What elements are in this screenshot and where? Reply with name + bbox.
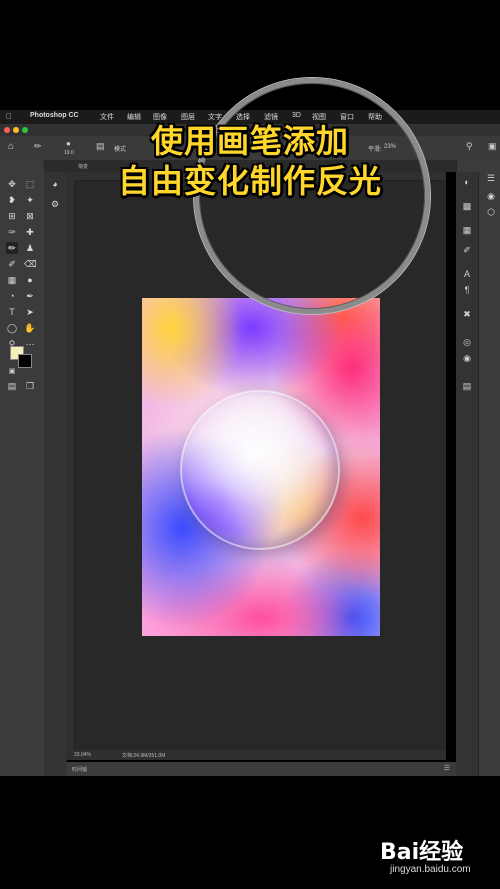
paths-icon[interactable]: ⬡: [485, 206, 497, 218]
eraser-icon[interactable]: ⌫: [24, 258, 37, 270]
ellipse-tool-icon[interactable]: ◯: [6, 322, 18, 334]
gradient-tool-icon[interactable]: ▦: [6, 274, 18, 286]
document-size[interactable]: 文档:24.9M/351.0M: [122, 752, 165, 759]
panel-menu-icon[interactable]: ☰: [444, 764, 450, 772]
swatches-icon[interactable]: ▦: [461, 224, 473, 236]
brushes-icon[interactable]: ✐: [461, 244, 473, 256]
libraries-icon[interactable]: ▤: [461, 380, 473, 392]
caption-line-2: 自由变化制作反光: [117, 162, 382, 200]
watermark-url: jingyan.baidu.com: [390, 864, 471, 875]
path-select-icon[interactable]: ➤: [24, 306, 36, 318]
collapsed-panel-column: ◕ ⚙: [44, 172, 67, 776]
screen-mode-icon[interactable]: ❐: [24, 380, 36, 392]
spot-heal-icon[interactable]: ✚: [24, 226, 36, 238]
status-bar: 33.04% 文档:24.9M/351.0M: [66, 750, 446, 760]
eyedropper-icon[interactable]: ✑: [6, 226, 18, 238]
glass-sphere: [180, 390, 340, 550]
quick-mask-icon[interactable]: ▤: [6, 380, 18, 392]
history-brush-icon[interactable]: ✐: [6, 258, 18, 270]
background-color-swatch[interactable]: [18, 354, 32, 368]
frame-tool-icon[interactable]: ⊠: [24, 210, 36, 222]
tools-preset-icon[interactable]: ✖: [461, 308, 473, 320]
timeline-panel: 时间轴 ☰: [66, 762, 456, 776]
baidu-jingyan-logo: Bai经验: [380, 840, 464, 865]
zoom-level[interactable]: 33.04%: [74, 752, 91, 758]
clone-stamp-icon[interactable]: ♟: [24, 242, 36, 254]
actions-icon[interactable]: ◉: [461, 352, 473, 364]
type-tool-icon[interactable]: T: [6, 306, 18, 318]
more-tools-icon[interactable]: ⋯: [24, 338, 36, 350]
paragraph-mark-icon[interactable]: ¶: [461, 284, 473, 296]
pen-tool-icon[interactable]: ✒: [24, 290, 36, 302]
paragraph-icon[interactable]: A: [461, 268, 473, 280]
tools-panel: ✥ ⬚ ❥ ✦ ⊞ ⊠ ✑ ✚ ✏ ♟ ✐ ⌫ ▦ ● ◔ ✒ T ➤ ◯ ✋ …: [0, 160, 45, 776]
vertical-ruler: [66, 180, 75, 750]
crop-tool-icon[interactable]: ⊞: [6, 210, 18, 222]
dodge-tool-icon[interactable]: ◔: [6, 290, 18, 302]
glyphs-icon[interactable]: ◎: [461, 336, 473, 348]
timeline-label[interactable]: 时间轴: [72, 766, 87, 773]
default-colors-icon[interactable]: ▣: [6, 366, 18, 378]
brush-tool-button[interactable]: ✏: [6, 242, 18, 254]
blur-tool-icon[interactable]: ●: [24, 274, 36, 286]
hand-tool-icon[interactable]: ✋: [24, 322, 36, 334]
panel-icon-column: ◐ ▩ ▦ ✐ A ¶ ✖ ◎ ◉ ▤: [456, 172, 479, 776]
